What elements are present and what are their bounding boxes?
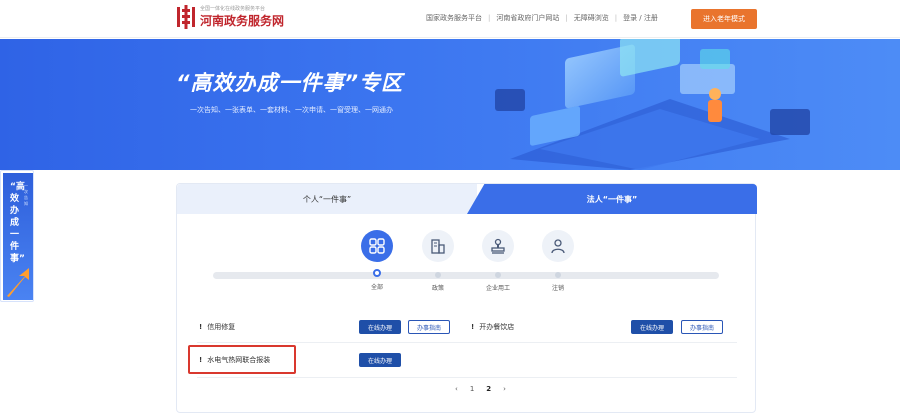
arrow-up-icon bbox=[7, 268, 29, 297]
notice-icon: ! bbox=[471, 323, 475, 331]
nav-link-national-platform[interactable]: 国家政务服务平台 bbox=[426, 13, 482, 23]
row-divider bbox=[197, 342, 737, 343]
list-item-open-restaurant: ! 开办餐饮店 bbox=[471, 317, 514, 337]
category-selector: 全部 政策 企业用工 注销 bbox=[177, 230, 757, 300]
nav-link-login-register[interactable]: 登录 / 注册 bbox=[623, 13, 658, 23]
category-label: 企业用工 bbox=[485, 285, 510, 292]
nav-separator: | bbox=[488, 14, 491, 22]
banner-title: “高效办成一件事”专区 bbox=[176, 71, 404, 95]
nav-link-province-portal[interactable]: 河南省政府门户网站 bbox=[496, 13, 559, 23]
tab-legal-person[interactable]: 法人“一件事” bbox=[467, 184, 757, 214]
category-label: 全部 bbox=[370, 284, 383, 291]
site-logo[interactable]: 全国一体化在线政务服务平台 河南政务服务网 bbox=[176, 5, 284, 29]
side-float-panel: “高效办成一件事” 一次告知 bbox=[3, 173, 33, 300]
stamp-icon bbox=[482, 230, 514, 262]
guide-button[interactable]: 办事指南 bbox=[681, 320, 723, 334]
highlight-box bbox=[188, 345, 296, 374]
nav-separator: | bbox=[614, 14, 618, 22]
next-page-button[interactable]: › bbox=[503, 385, 506, 393]
banner-subtitle: 一次告知、一张表单、一套材料、一次申请、一窗受理、一网通办 bbox=[190, 106, 393, 114]
top-nav: 国家政务服务平台 | 河南省政府门户网站 | 无障碍浏览 | 登录 / 注册 bbox=[426, 13, 658, 23]
service-name[interactable]: 开办餐饮店 bbox=[479, 322, 514, 332]
category-label: 政策 bbox=[431, 285, 444, 292]
category-dot bbox=[373, 269, 381, 277]
building-icon bbox=[422, 230, 454, 262]
row-divider bbox=[197, 377, 737, 378]
one-thing-panel: 个人“一件事” 法人“一件事” 全部 政策 企业用工 注销 ! 信用修复 在线办… bbox=[176, 183, 757, 413]
side-float-subtitle: 一次告知 bbox=[24, 183, 28, 206]
page: 全国一体化在线政务服务平台 河南政务服务网 国家政务服务平台 | 河南省政府门户… bbox=[0, 0, 900, 413]
category-employment[interactable]: 企业用工 bbox=[468, 230, 528, 292]
online-apply-button[interactable]: 在线办理 bbox=[631, 320, 673, 334]
category-policy[interactable]: 政策 bbox=[408, 230, 468, 292]
prev-page-button[interactable]: ‹ bbox=[455, 385, 458, 393]
category-label: 注销 bbox=[551, 285, 564, 292]
person-icon bbox=[542, 230, 574, 262]
side-float-title: “高效办成一件事” bbox=[10, 182, 25, 264]
online-apply-button[interactable]: 在线办理 bbox=[359, 353, 401, 367]
nav-separator: | bbox=[565, 14, 568, 22]
tab-personal[interactable]: 个人“一件事” bbox=[177, 184, 477, 214]
elder-mode-button[interactable]: 进入老年模式 bbox=[691, 9, 757, 29]
guide-button[interactable]: 办事指南 bbox=[408, 320, 450, 334]
banner-illustration bbox=[495, 39, 810, 170]
side-float-banner[interactable]: “高效办成一件事” 一次告知 bbox=[0, 170, 34, 302]
emblem-icon bbox=[176, 5, 196, 29]
list-item-credit-repair: ! 信用修复 bbox=[199, 317, 235, 337]
grid-icon bbox=[361, 230, 393, 262]
hero-banner: “高效办成一件事”专区 一次告知、一张表单、一套材料、一次申请、一窗受理、一网通… bbox=[0, 39, 900, 170]
tab-bar: 个人“一件事” 法人“一件事” bbox=[177, 184, 757, 214]
online-apply-button[interactable]: 在线办理 bbox=[359, 320, 401, 334]
service-name[interactable]: 信用修复 bbox=[207, 322, 235, 332]
category-dot bbox=[435, 272, 441, 278]
category-dot bbox=[555, 272, 561, 278]
logo-title: 河南政务服务网 bbox=[200, 13, 285, 28]
category-dot bbox=[495, 272, 501, 278]
site-header: 全国一体化在线政务服务平台 河南政务服务网 国家政务服务平台 | 河南省政府门户… bbox=[0, 0, 900, 38]
category-all[interactable]: 全部 bbox=[347, 230, 407, 291]
nav-link-accessibility[interactable]: 无障碍浏览 bbox=[574, 13, 609, 23]
page-1-button[interactable]: 1 bbox=[470, 385, 474, 393]
category-deregistration[interactable]: 注销 bbox=[528, 230, 588, 292]
pagination: ‹ 1 2 › bbox=[449, 385, 512, 393]
notice-icon: ! bbox=[199, 323, 203, 331]
logo-subtitle: 全国一体化在线政务服务平台 bbox=[200, 5, 266, 12]
page-2-button[interactable]: 2 bbox=[486, 385, 491, 393]
